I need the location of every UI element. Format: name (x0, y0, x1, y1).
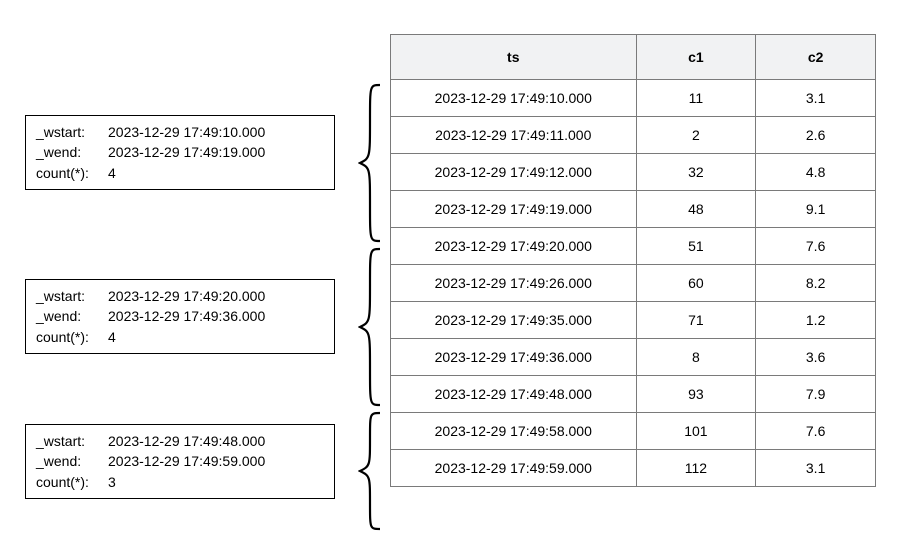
data-table: ts c1 c2 2023-12-29 17:49:10.000 11 3.1 … (390, 34, 876, 487)
summary-row: _wend: 2023-12-29 17:49:59.000 (36, 451, 324, 471)
cell-c2: 7.6 (756, 413, 876, 450)
table-row: 2023-12-29 17:49:48.000 93 7.9 (391, 376, 876, 413)
summary-row: count(*): 4 (36, 163, 324, 183)
table-row: 2023-12-29 17:49:36.000 8 3.6 (391, 339, 876, 376)
label-wstart: _wstart: (36, 286, 108, 306)
cell-ts: 2023-12-29 17:49:11.000 (391, 117, 637, 154)
cell-c2: 3.6 (756, 339, 876, 376)
cell-ts: 2023-12-29 17:49:36.000 (391, 339, 637, 376)
cell-c2: 7.6 (756, 228, 876, 265)
label-wstart: _wstart: (36, 431, 108, 451)
window-summary-2: _wstart: 2023-12-29 17:49:20.000 _wend: … (25, 279, 335, 354)
cell-ts: 2023-12-29 17:49:26.000 (391, 265, 637, 302)
cell-c1: 8 (636, 339, 756, 376)
brace-icon (358, 246, 382, 408)
table-row: 2023-12-29 17:49:12.000 32 4.8 (391, 154, 876, 191)
table-row: 2023-12-29 17:49:19.000 48 9.1 (391, 191, 876, 228)
cell-c2: 3.1 (756, 450, 876, 487)
value-wstart: 2023-12-29 17:49:48.000 (108, 431, 324, 451)
table-header-row: ts c1 c2 (391, 35, 876, 80)
label-wend: _wend: (36, 451, 108, 471)
cell-ts: 2023-12-29 17:49:58.000 (391, 413, 637, 450)
summary-row: _wend: 2023-12-29 17:49:36.000 (36, 306, 324, 326)
cell-c2: 1.2 (756, 302, 876, 339)
table-row: 2023-12-29 17:49:11.000 2 2.6 (391, 117, 876, 154)
cell-ts: 2023-12-29 17:49:19.000 (391, 191, 637, 228)
cell-c1: 101 (636, 413, 756, 450)
summary-row: _wstart: 2023-12-29 17:49:48.000 (36, 431, 324, 451)
value-count: 3 (108, 472, 324, 492)
cell-ts: 2023-12-29 17:49:48.000 (391, 376, 637, 413)
table-row: 2023-12-29 17:49:58.000 101 7.6 (391, 413, 876, 450)
summary-row: _wstart: 2023-12-29 17:49:10.000 (36, 122, 324, 142)
cell-c1: 71 (636, 302, 756, 339)
diagram-root: _wstart: 2023-12-29 17:49:10.000 _wend: … (0, 0, 907, 534)
table-row: 2023-12-29 17:49:20.000 51 7.6 (391, 228, 876, 265)
cell-ts: 2023-12-29 17:49:35.000 (391, 302, 637, 339)
value-wend: 2023-12-29 17:49:59.000 (108, 451, 324, 471)
summary-row: count(*): 4 (36, 327, 324, 347)
label-count: count(*): (36, 472, 108, 492)
cell-ts: 2023-12-29 17:49:20.000 (391, 228, 637, 265)
value-wstart: 2023-12-29 17:49:10.000 (108, 122, 324, 142)
brace-icon (358, 410, 382, 532)
col-header-c1: c1 (636, 35, 756, 80)
cell-ts: 2023-12-29 17:49:59.000 (391, 450, 637, 487)
value-count: 4 (108, 163, 324, 183)
cell-c2: 4.8 (756, 154, 876, 191)
value-wend: 2023-12-29 17:49:19.000 (108, 142, 324, 162)
cell-ts: 2023-12-29 17:49:10.000 (391, 80, 637, 117)
value-wend: 2023-12-29 17:49:36.000 (108, 306, 324, 326)
cell-c2: 8.2 (756, 265, 876, 302)
cell-c1: 93 (636, 376, 756, 413)
cell-c2: 9.1 (756, 191, 876, 228)
window-summary-3: _wstart: 2023-12-29 17:49:48.000 _wend: … (25, 424, 335, 499)
summary-row: _wend: 2023-12-29 17:49:19.000 (36, 142, 324, 162)
label-count: count(*): (36, 163, 108, 183)
cell-c2: 3.1 (756, 80, 876, 117)
cell-c1: 32 (636, 154, 756, 191)
value-wstart: 2023-12-29 17:49:20.000 (108, 286, 324, 306)
label-wstart: _wstart: (36, 122, 108, 142)
brace-icon (358, 82, 382, 244)
cell-c1: 51 (636, 228, 756, 265)
summary-row: count(*): 3 (36, 472, 324, 492)
table-row: 2023-12-29 17:49:26.000 60 8.2 (391, 265, 876, 302)
table-row: 2023-12-29 17:49:35.000 71 1.2 (391, 302, 876, 339)
table-row: 2023-12-29 17:49:10.000 11 3.1 (391, 80, 876, 117)
cell-c1: 11 (636, 80, 756, 117)
cell-c2: 2.6 (756, 117, 876, 154)
summary-row: _wstart: 2023-12-29 17:49:20.000 (36, 286, 324, 306)
cell-c1: 60 (636, 265, 756, 302)
cell-c1: 2 (636, 117, 756, 154)
label-count: count(*): (36, 327, 108, 347)
col-header-c2: c2 (756, 35, 876, 80)
cell-c2: 7.9 (756, 376, 876, 413)
label-wend: _wend: (36, 142, 108, 162)
window-summary-1: _wstart: 2023-12-29 17:49:10.000 _wend: … (25, 115, 335, 190)
value-count: 4 (108, 327, 324, 347)
cell-c1: 48 (636, 191, 756, 228)
cell-c1: 112 (636, 450, 756, 487)
col-header-ts: ts (391, 35, 637, 80)
cell-ts: 2023-12-29 17:49:12.000 (391, 154, 637, 191)
table-row: 2023-12-29 17:49:59.000 112 3.1 (391, 450, 876, 487)
label-wend: _wend: (36, 306, 108, 326)
